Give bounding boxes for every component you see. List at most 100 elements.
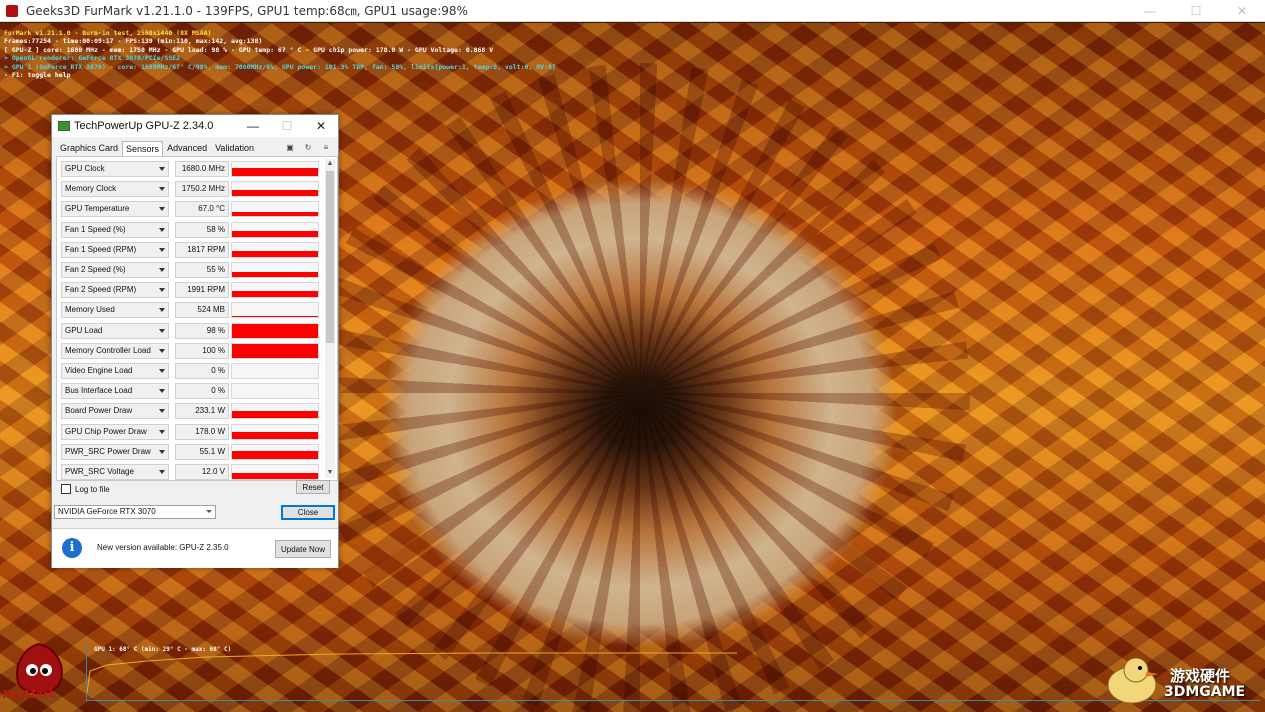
sensor-name-select[interactable]: Fan 2 Speed (RPM) [61, 282, 169, 299]
sensor-name: Fan 1 Speed (%) [65, 224, 126, 234]
gpu-select-value: NVIDIA GeForce RTX 3070 [58, 507, 156, 516]
chevron-down-icon [159, 429, 165, 434]
sensor-row: Fan 2 Speed (%) 55 % [61, 262, 321, 278]
sensor-name-select[interactable]: Fan 1 Speed (RPM) [61, 241, 169, 258]
sensor-name-select[interactable]: PWR_SRC Voltage [61, 464, 169, 480]
sensor-name-select[interactable]: PWR_SRC Power Draw [61, 443, 169, 460]
sensor-row: Board Power Draw 233.1 W [61, 403, 321, 420]
gpu-select-dropdown[interactable]: NVIDIA GeForce RTX 3070 [54, 505, 216, 519]
hud-line: > OpenGL renderer: GeForce RTX 3070/PCIe… [4, 54, 181, 63]
sensor-name: Video Engine Load [65, 366, 133, 375]
temperature-graph [86, 643, 1260, 701]
chevron-down-icon [159, 389, 165, 394]
temperature-graph-label: GPU 1: 68° C (min: 29° C - max: 68° C) [94, 646, 232, 653]
scroll-down-icon[interactable]: ▼ [325, 468, 335, 478]
furmark-app-icon [6, 4, 18, 17]
hud-line: - F1: toggle help [4, 71, 71, 80]
gpuz-minimize-button[interactable]: — [236, 115, 270, 137]
menu-icon[interactable]: ≡ [320, 142, 332, 152]
tab-advanced[interactable]: Advanced [163, 140, 211, 156]
sensor-name-select[interactable]: GPU Clock [61, 161, 169, 177]
sensor-graph-fill [232, 431, 318, 439]
chevron-down-icon [159, 207, 165, 212]
sensor-name-select[interactable]: Bus Interface Load [61, 383, 169, 400]
tab-sensors[interactable]: Sensors [122, 141, 164, 156]
scroll-thumb[interactable] [326, 171, 334, 343]
sensor-graph-fill [232, 231, 318, 237]
sensor-value: 12.0 V [175, 464, 229, 480]
log-to-file[interactable]: Log to file [61, 484, 110, 494]
sensor-name-select[interactable]: Memory Used [61, 302, 169, 319]
sensor-name: Memory Clock [65, 184, 117, 194]
close-button[interactable]: Close [281, 505, 335, 520]
sensor-name-select[interactable]: Memory Clock [61, 181, 169, 198]
watermark-cn: 游戏硬件 [1170, 667, 1231, 685]
sensor-name-select[interactable]: Memory Controller Load [61, 342, 169, 359]
tab-graphics-card[interactable]: Graphics Card [56, 140, 122, 156]
sensor-name: Memory Controller Load [65, 345, 151, 355]
sensor-name: PWR_SRC Power Draw [65, 446, 151, 456]
chevron-down-icon [159, 187, 165, 192]
sensor-name-select[interactable]: Video Engine Load [61, 363, 169, 379]
window-title: Geeks3D FurMark v1.21.1.0 - 139FPS, GPU1… [26, 4, 468, 18]
sensor-graph-fill [232, 211, 318, 217]
sensor-name: Bus Interface Load [65, 386, 133, 396]
sensor-graph [231, 181, 319, 198]
sensor-graph [231, 403, 319, 420]
watermark-en: 3DMGAME [1164, 684, 1246, 700]
sensor-value: 233.1 W [175, 403, 229, 420]
tab-validation[interactable]: Validation [211, 140, 258, 156]
sensor-graph-fill [232, 343, 318, 358]
sensor-name-select[interactable]: Fan 2 Speed (%) [61, 262, 169, 278]
sensor-graph-fill [232, 167, 318, 176]
gpuz-maximize-button: ☐ [281, 119, 293, 133]
sensor-graph [231, 241, 319, 258]
sensor-row: Memory Clock 1750.2 MHz [61, 181, 321, 198]
camera-icon[interactable]: ▣ [284, 142, 296, 152]
sensor-name-select[interactable]: GPU Load [61, 322, 169, 339]
maximize-button[interactable]: ☐ [1173, 0, 1219, 22]
sensor-name-select[interactable]: Board Power Draw [61, 403, 169, 420]
refresh-icon[interactable]: ↻ [302, 142, 314, 152]
scroll-up-icon[interactable]: ▲ [325, 159, 335, 169]
gpuz-close-x-button[interactable]: ✕ [304, 115, 338, 137]
sensor-graph-fill [232, 410, 318, 419]
sensor-value: 1991 RPM [175, 282, 229, 299]
chevron-down-icon [159, 449, 165, 454]
sensors-scrollbar[interactable]: ▲ ▼ [325, 159, 335, 478]
chevron-down-icon [159, 167, 165, 171]
update-now-button[interactable]: Update Now [275, 540, 331, 558]
furmark-titlebar: Geeks3D FurMark v1.21.1.0 - 139FPS, GPU1… [0, 0, 1265, 22]
sensor-row: Fan 1 Speed (RPM) 1817 RPM [61, 241, 321, 258]
sensor-value: 1750.2 MHz [175, 181, 229, 198]
sensor-row: Video Engine Load 0 % [61, 363, 321, 379]
minimize-button[interactable]: — [1127, 0, 1173, 22]
sensor-name-select[interactable]: GPU Chip Power Draw [61, 423, 169, 440]
sensor-value: 0 % [175, 363, 229, 379]
sensor-graph [231, 161, 319, 177]
sensor-graph-fill [232, 323, 318, 338]
temperature-line [87, 652, 737, 694]
sensor-graph-fill [232, 451, 318, 459]
sensor-row: GPU Clock 1680.0 MHz [61, 161, 321, 177]
hud-line: FurMark v1.21.1.0 - Burn-in test, 2560x1… [4, 29, 212, 37]
gpuz-app-icon [58, 121, 70, 131]
sensor-name-select[interactable]: Fan 1 Speed (%) [61, 221, 169, 238]
sensor-name: Fan 2 Speed (%) [65, 265, 126, 274]
furmark-logo-text: FurMark [2, 688, 57, 701]
chevron-down-icon [159, 268, 165, 272]
sensor-name-select[interactable]: GPU Temperature [61, 201, 169, 218]
log-to-file-checkbox[interactable] [61, 484, 71, 494]
sensor-row: PWR_SRC Power Draw 55.1 W [61, 443, 321, 460]
sensor-value: 55 % [175, 262, 229, 278]
fur-donut-render [310, 63, 970, 712]
sensor-row: GPU Load 98 % [61, 322, 321, 339]
reset-button[interactable]: Reset [296, 480, 330, 494]
gpuz-tabs: Graphics Card Sensors Advanced Validatio… [56, 140, 258, 156]
close-window-button[interactable]: ✕ [1219, 0, 1265, 22]
sensor-value: 1680.0 MHz [175, 161, 229, 177]
log-to-file-label: Log to file [75, 484, 110, 494]
sensor-graph-fill [232, 473, 318, 479]
gpuz-titlebar: TechPowerUp GPU-Z 2.34.0 — ☐ ✕ [52, 115, 338, 137]
info-icon: i [62, 538, 82, 558]
